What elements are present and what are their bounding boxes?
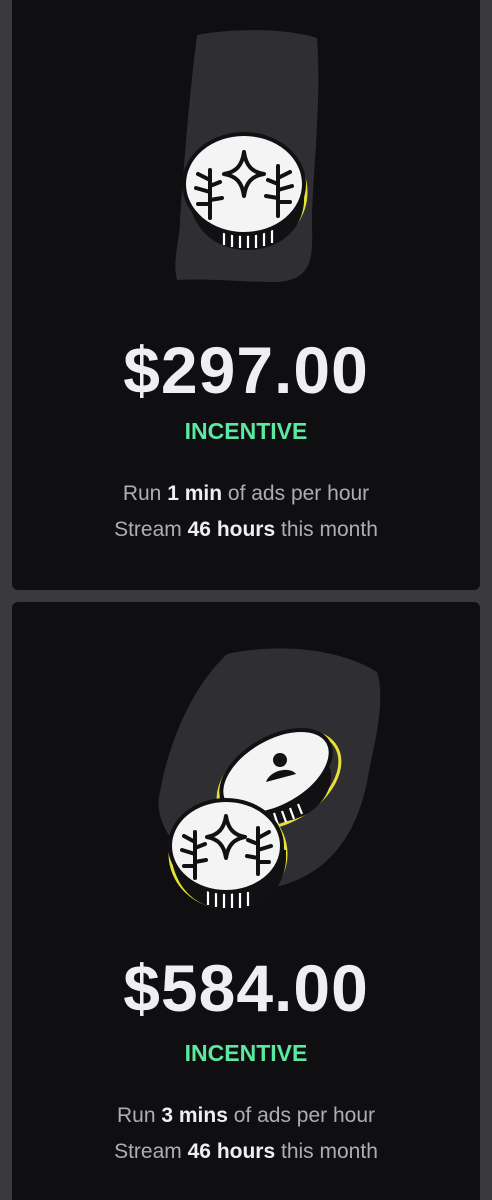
stream-requirement-line: Stream 46 hours this month: [114, 518, 378, 541]
incentive-amount: $297.00: [123, 333, 369, 407]
incentive-requirements: Run 1 min of ads per hour Stream 46 hour…: [12, 476, 480, 548]
ads-requirement-line: Run 3 mins of ads per hour: [116, 1104, 375, 1127]
single-coin-icon: [175, 30, 319, 283]
incentive-amount: $584.00: [123, 951, 369, 1025]
ads-requirement-line: Run 1 min of ads per hour: [122, 482, 370, 505]
incentive-card-2: $584.00 INCENTIVE Run 3 mins of ads per …: [12, 602, 480, 1200]
incentive-card-1: $297.00 INCENTIVE Run 1 min of ads per h…: [12, 0, 480, 590]
incentive-page: $297.00 INCENTIVE Run 1 min of ads per h…: [0, 0, 492, 1200]
incentive-requirements: Run 3 mins of ads per hour Stream 46 hou…: [12, 1098, 480, 1170]
incentive-badge: INCENTIVE: [184, 1040, 308, 1066]
incentive-badge: INCENTIVE: [184, 418, 308, 444]
stream-requirement-line: Stream 46 hours this month: [114, 1140, 378, 1163]
double-coin-icon: [158, 648, 381, 910]
